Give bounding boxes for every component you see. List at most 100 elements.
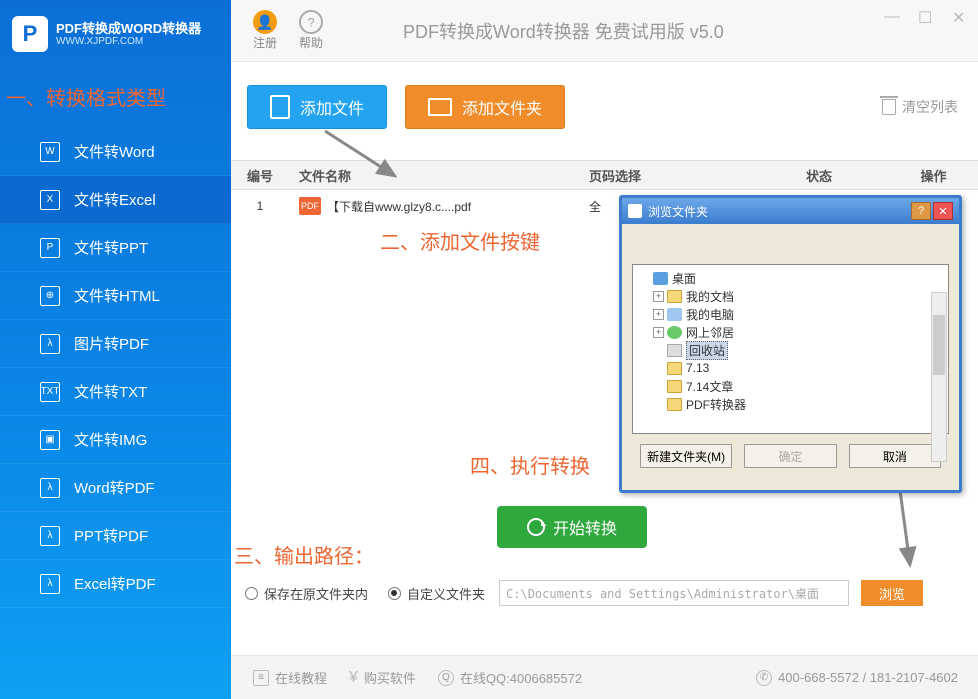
sidebar-item-0[interactable]: W 文件转Word: [0, 128, 231, 176]
format-icon: W: [40, 142, 60, 162]
folder-tree[interactable]: 桌面 + 我的文档 + 我的电脑 + 网上邻居回收站7.137.14文章PDF转换器: [632, 264, 949, 434]
dialog-help-button[interactable]: ?: [911, 202, 931, 220]
tree-item[interactable]: + 网上邻居: [639, 323, 942, 341]
phone-label: ✆ 400-668-5572 / 181-2107-4602: [756, 670, 958, 686]
register-button[interactable]: 👤 注册: [253, 10, 277, 51]
help-label: 帮助: [299, 34, 323, 51]
row-num: 1: [231, 199, 289, 213]
tree-label: 7.14文章: [686, 378, 733, 395]
sidebar-item-label: 文件转PPT: [74, 237, 148, 258]
format-icon: λ: [40, 334, 60, 354]
sidebar-item-label: 图片转PDF: [74, 333, 149, 354]
new-folder-button[interactable]: 新建文件夹(M): [640, 444, 732, 468]
tree-item[interactable]: 回收站: [639, 341, 942, 359]
file-icon: [270, 95, 290, 119]
format-icon: X: [40, 190, 60, 210]
pdf-icon: PDF: [299, 197, 321, 215]
label-custom-folder: 自定义文件夹: [407, 584, 485, 603]
sidebar-item-4[interactable]: λ 图片转PDF: [0, 320, 231, 368]
sidebar-item-7[interactable]: λWord转PDF: [0, 464, 231, 512]
folder-icon: [667, 362, 682, 375]
sidebar-item-2[interactable]: P 文件转PPT: [0, 224, 231, 272]
ok-button[interactable]: 确定: [744, 444, 836, 468]
comp-icon: [667, 308, 682, 321]
tree-label: 网上邻居: [686, 324, 734, 341]
sidebar-item-9[interactable]: λExcel转PDF: [0, 560, 231, 608]
clear-list-button[interactable]: 清空列表: [882, 97, 958, 117]
header: 👤 注册 ? 帮助 PDF转换成Word转换器 免费试用版 v5.0 — ☐ ✕: [231, 0, 978, 62]
radio-custom-folder[interactable]: [388, 587, 401, 600]
th-pages: 页码选择: [589, 166, 749, 185]
add-file-button[interactable]: 添加文件: [247, 85, 387, 129]
action-bar: 添加文件 添加文件夹 清空列表: [247, 82, 958, 132]
format-icon: ▣: [40, 430, 60, 450]
tree-label: 我的电脑: [686, 306, 734, 323]
sidebar-item-1[interactable]: X 文件转Excel: [0, 176, 231, 224]
radio-same-folder[interactable]: [245, 587, 258, 600]
doc-icon: ≡: [253, 670, 269, 686]
tree-item[interactable]: + 我的电脑: [639, 305, 942, 323]
add-folder-label: 添加文件夹: [462, 95, 542, 119]
register-label: 注册: [253, 34, 277, 51]
tree-label: 回收站: [686, 341, 728, 360]
tree-item[interactable]: 7.13: [639, 359, 942, 377]
sidebar-item-5[interactable]: TXT 文件转TXT: [0, 368, 231, 416]
th-ops: 操作: [889, 166, 978, 185]
expand-icon[interactable]: +: [653, 309, 664, 320]
browse-button[interactable]: 浏览: [861, 580, 923, 606]
buy-link[interactable]: ¥ 购买软件: [349, 668, 416, 687]
qq-icon: Q: [438, 670, 454, 686]
qq-link[interactable]: Q 在线QQ:4006685572: [438, 668, 582, 687]
output-row: 保存在原文件夹内 自定义文件夹 浏览: [245, 577, 958, 609]
tree-label: 我的文档: [686, 288, 734, 305]
footer: ≡ 在线教程 ¥ 购买软件 Q 在线QQ:4006685572 ✆ 400-66…: [231, 655, 978, 699]
sidebar-item-label: Excel转PDF: [74, 573, 156, 594]
dialog-close-button[interactable]: ✕: [933, 202, 953, 220]
format-icon: ⊕: [40, 286, 60, 306]
help-icon: ?: [299, 10, 323, 34]
sidebar-item-3[interactable]: ⊕文件转HTML: [0, 272, 231, 320]
minimize-button[interactable]: —: [884, 8, 898, 22]
maximize-button[interactable]: ☐: [918, 8, 932, 22]
sidebar-item-6[interactable]: ▣文件转IMG: [0, 416, 231, 464]
tree-item[interactable]: + 我的文档: [639, 287, 942, 305]
expand-icon[interactable]: +: [653, 327, 664, 338]
folder-icon: [667, 290, 682, 303]
tree-item[interactable]: 7.14文章: [639, 377, 942, 395]
annotation-4: 四、执行转换: [470, 450, 590, 479]
start-convert-button[interactable]: 开始转换: [497, 506, 647, 548]
add-file-label: 添加文件: [300, 95, 364, 119]
annotation-2: 二、添加文件按键: [380, 226, 540, 255]
tree-item[interactable]: PDF转换器: [639, 395, 942, 413]
folder-icon: [667, 380, 682, 393]
app-title: PDF转换成Word转换器 免费试用版 v5.0: [403, 18, 724, 44]
output-path-input[interactable]: [499, 580, 849, 606]
sidebar-item-label: 文件转Word: [74, 141, 155, 162]
table-header: 编号 文件名称 页码选择 状态 操作: [231, 160, 978, 190]
add-folder-button[interactable]: 添加文件夹: [405, 85, 565, 129]
help-button[interactable]: ? 帮助: [299, 10, 323, 51]
close-button[interactable]: ✕: [952, 8, 966, 22]
dialog-titlebar[interactable]: 浏览文件夹 ? ✕: [622, 198, 959, 224]
dialog-title-text: 浏览文件夹: [648, 203, 708, 220]
sidebar: P PDF转换成WORD转换器 WWW.XJPDF.COM W文件转WordX文…: [0, 0, 231, 699]
expand-icon[interactable]: +: [653, 291, 664, 302]
sidebar-item-label: 文件转Excel: [74, 189, 156, 210]
row-name: PDF 【下载自www.glzy8.c....pdf: [289, 197, 589, 215]
label-same-folder: 保存在原文件夹内: [264, 584, 368, 603]
format-icon: TXT: [40, 382, 60, 402]
tutorial-link[interactable]: ≡ 在线教程: [253, 668, 327, 687]
cancel-button[interactable]: 取消: [849, 444, 941, 468]
logo-icon: P: [12, 16, 48, 52]
format-icon: P: [40, 238, 60, 258]
net-icon: [667, 326, 682, 339]
sidebar-item-8[interactable]: λPPT转PDF: [0, 512, 231, 560]
tree-item[interactable]: 桌面: [639, 269, 942, 287]
phone-icon: ✆: [756, 670, 772, 686]
th-num: 编号: [231, 166, 289, 185]
sidebar-item-label: 文件转TXT: [74, 381, 147, 402]
sidebar-item-label: Word转PDF: [74, 477, 155, 498]
folder-icon: [428, 98, 452, 116]
tree-scrollbar[interactable]: [931, 292, 947, 462]
format-icon: λ: [40, 526, 60, 546]
